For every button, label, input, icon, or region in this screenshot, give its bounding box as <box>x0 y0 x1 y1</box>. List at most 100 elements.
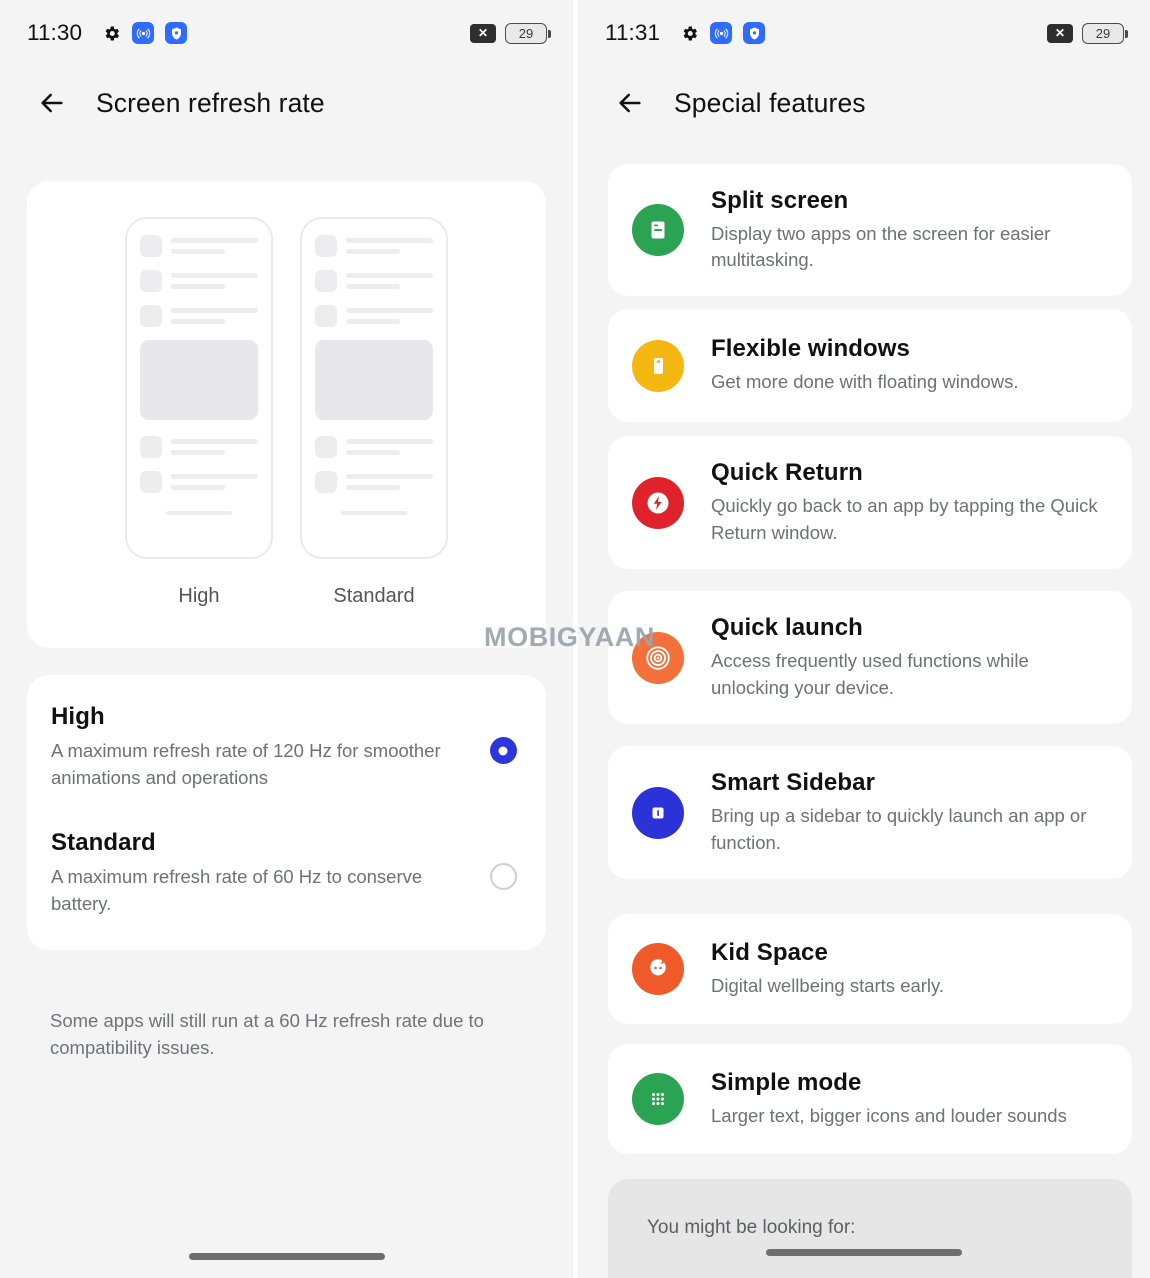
page-title: Screen refresh rate <box>96 87 325 118</box>
suggestion-panel[interactable]: You might be looking for: System & funct… <box>608 1179 1132 1278</box>
option-text: High A maximum refresh rate of 120 Hz fo… <box>51 703 486 791</box>
option-title: High <box>51 703 105 730</box>
child-face-icon <box>632 943 684 995</box>
watermark-text: MOBIGYAAN <box>484 622 655 652</box>
skeleton-lines <box>346 474 433 490</box>
skeleton-lines <box>171 474 258 490</box>
sidebar-icon <box>632 786 684 839</box>
page-header-right: Special features <box>578 66 1150 140</box>
refresh-rate-options-card: High A maximum refresh rate of 120 Hz fo… <box>27 675 546 950</box>
skeleton-thumb <box>315 305 337 327</box>
skeleton-lines <box>346 273 433 289</box>
skeleton-line <box>171 474 258 479</box>
broadcast-icon <box>132 22 155 44</box>
feature-title: Smart Sidebar <box>711 769 876 797</box>
skeleton-line <box>171 439 258 444</box>
site-watermark: MOBIGYAAN <box>484 622 655 653</box>
feature-description: Bring up a sidebar to quickly launch an … <box>711 805 1087 853</box>
feature-card-smart-sidebar[interactable]: Smart Sidebar Bring up a sidebar to quic… <box>608 746 1132 879</box>
radio-button-high[interactable] <box>489 737 517 764</box>
skeleton-thumb <box>140 436 162 458</box>
skeleton-line <box>346 308 433 313</box>
feature-title: Flexible windows <box>711 335 910 363</box>
floating-window-icon <box>632 339 684 392</box>
skeleton-thumb <box>315 471 337 493</box>
skeleton-row <box>315 235 433 257</box>
skeleton-line <box>346 474 433 479</box>
status-bar-left-group: 11:31 <box>605 20 766 46</box>
feature-description: Get more done with floating windows. <box>711 371 1019 393</box>
compatibility-footnote: Some apps will still run at a 60 Hz refr… <box>50 1010 484 1058</box>
skeleton-lines <box>171 273 258 289</box>
skeleton-lines <box>346 439 433 455</box>
phone-mockup-labels: High Standard <box>27 585 546 608</box>
skeleton-line <box>346 284 400 289</box>
broadcast-icon <box>710 22 733 44</box>
radio-button-standard[interactable] <box>489 863 517 891</box>
feature-card-flexible-windows[interactable]: Flexible windows Get more done with floa… <box>608 309 1132 422</box>
skeleton-thumb <box>140 270 162 292</box>
skeleton-thumb <box>140 235 162 257</box>
option-standard[interactable]: Standard A maximum refresh rate of 60 Hz… <box>51 829 520 917</box>
lightning-bolt-icon <box>632 476 684 529</box>
status-bar-right-group: ✕ 29 <box>1047 22 1128 44</box>
skeleton-line <box>346 273 433 278</box>
skeleton-line <box>171 249 225 254</box>
skeleton-line <box>171 238 258 243</box>
feature-description: Larger text, bigger icons and louder sou… <box>711 1104 1067 1126</box>
feature-text: Split screen Display two apps on the scr… <box>711 187 1112 274</box>
feature-card-quick-launch[interactable]: Quick launch Access frequently used func… <box>608 591 1132 724</box>
special-features-screen: 11:31 ✕ 29 Special features Split screen… <box>578 0 1150 1278</box>
home-indicator-left[interactable] <box>188 1253 385 1260</box>
phone-mockups <box>27 181 546 559</box>
feature-card-quick-return[interactable]: Quick Return Quickly go back to an app b… <box>608 436 1132 569</box>
skeleton-thumb <box>140 305 162 327</box>
status-bar-left-group: 11:30 <box>27 20 188 46</box>
skeleton-line <box>346 450 400 455</box>
skeleton-row <box>140 471 258 493</box>
skeleton-home-bar <box>165 511 233 515</box>
skeleton-lines <box>346 308 433 324</box>
feature-text: Quick launch Access frequently used func… <box>711 614 1112 701</box>
home-indicator-right[interactable] <box>766 1249 962 1256</box>
feature-card-split-screen[interactable]: Split screen Display two apps on the scr… <box>608 164 1132 296</box>
feature-card-simple-mode[interactable]: Simple mode Larger text, bigger icons an… <box>608 1044 1132 1154</box>
no-signal-icon: ✕ <box>470 23 496 43</box>
feature-title: Kid Space <box>711 938 828 966</box>
option-high[interactable]: High A maximum refresh rate of 120 Hz fo… <box>51 703 520 791</box>
option-text: Standard A maximum refresh rate of 60 Hz… <box>51 829 486 917</box>
feature-description: Access frequently used functions while u… <box>711 650 1029 698</box>
feature-title: Simple mode <box>711 1068 862 1096</box>
status-bar-right: 11:31 ✕ 29 <box>578 0 1150 66</box>
skeleton-line <box>346 249 400 254</box>
back-arrow-icon[interactable] <box>35 86 69 120</box>
feature-title: Quick launch <box>711 614 863 642</box>
refresh-rate-preview-card: High Standard <box>27 181 546 648</box>
skeleton-row <box>140 305 258 327</box>
shield-icon <box>165 22 188 44</box>
skeleton-row <box>140 270 258 292</box>
option-radio-wrap[interactable] <box>486 703 520 764</box>
skeleton-lines <box>171 439 258 455</box>
skeleton-row <box>140 235 258 257</box>
feature-text: Simple mode Larger text, bigger icons an… <box>711 1069 1112 1129</box>
app-grid-icon <box>632 1073 684 1125</box>
feature-text: Kid Space Digital wellbeing starts early… <box>711 939 1112 999</box>
split-screen-icon <box>632 204 684 256</box>
feature-title: Split screen <box>711 186 849 214</box>
skeleton-lines <box>171 308 258 324</box>
feature-description: Digital wellbeing starts early. <box>711 974 945 996</box>
back-arrow-icon[interactable] <box>613 86 647 120</box>
skeleton-line <box>171 284 225 289</box>
feature-card-kid-space[interactable]: Kid Space Digital wellbeing starts early… <box>608 914 1132 1024</box>
skeleton-row <box>315 436 433 458</box>
skeleton-lines <box>346 238 433 254</box>
skeleton-row <box>315 471 433 493</box>
skeleton-thumb <box>315 270 337 292</box>
phone-mockup-standard <box>300 217 448 559</box>
status-bar-left: 11:30 ✕ 29 <box>0 0 573 66</box>
skeleton-line <box>171 485 225 490</box>
option-radio-wrap[interactable] <box>486 829 520 891</box>
feature-text: Flexible windows Get more done with floa… <box>711 335 1112 395</box>
skeleton-line <box>346 439 433 444</box>
